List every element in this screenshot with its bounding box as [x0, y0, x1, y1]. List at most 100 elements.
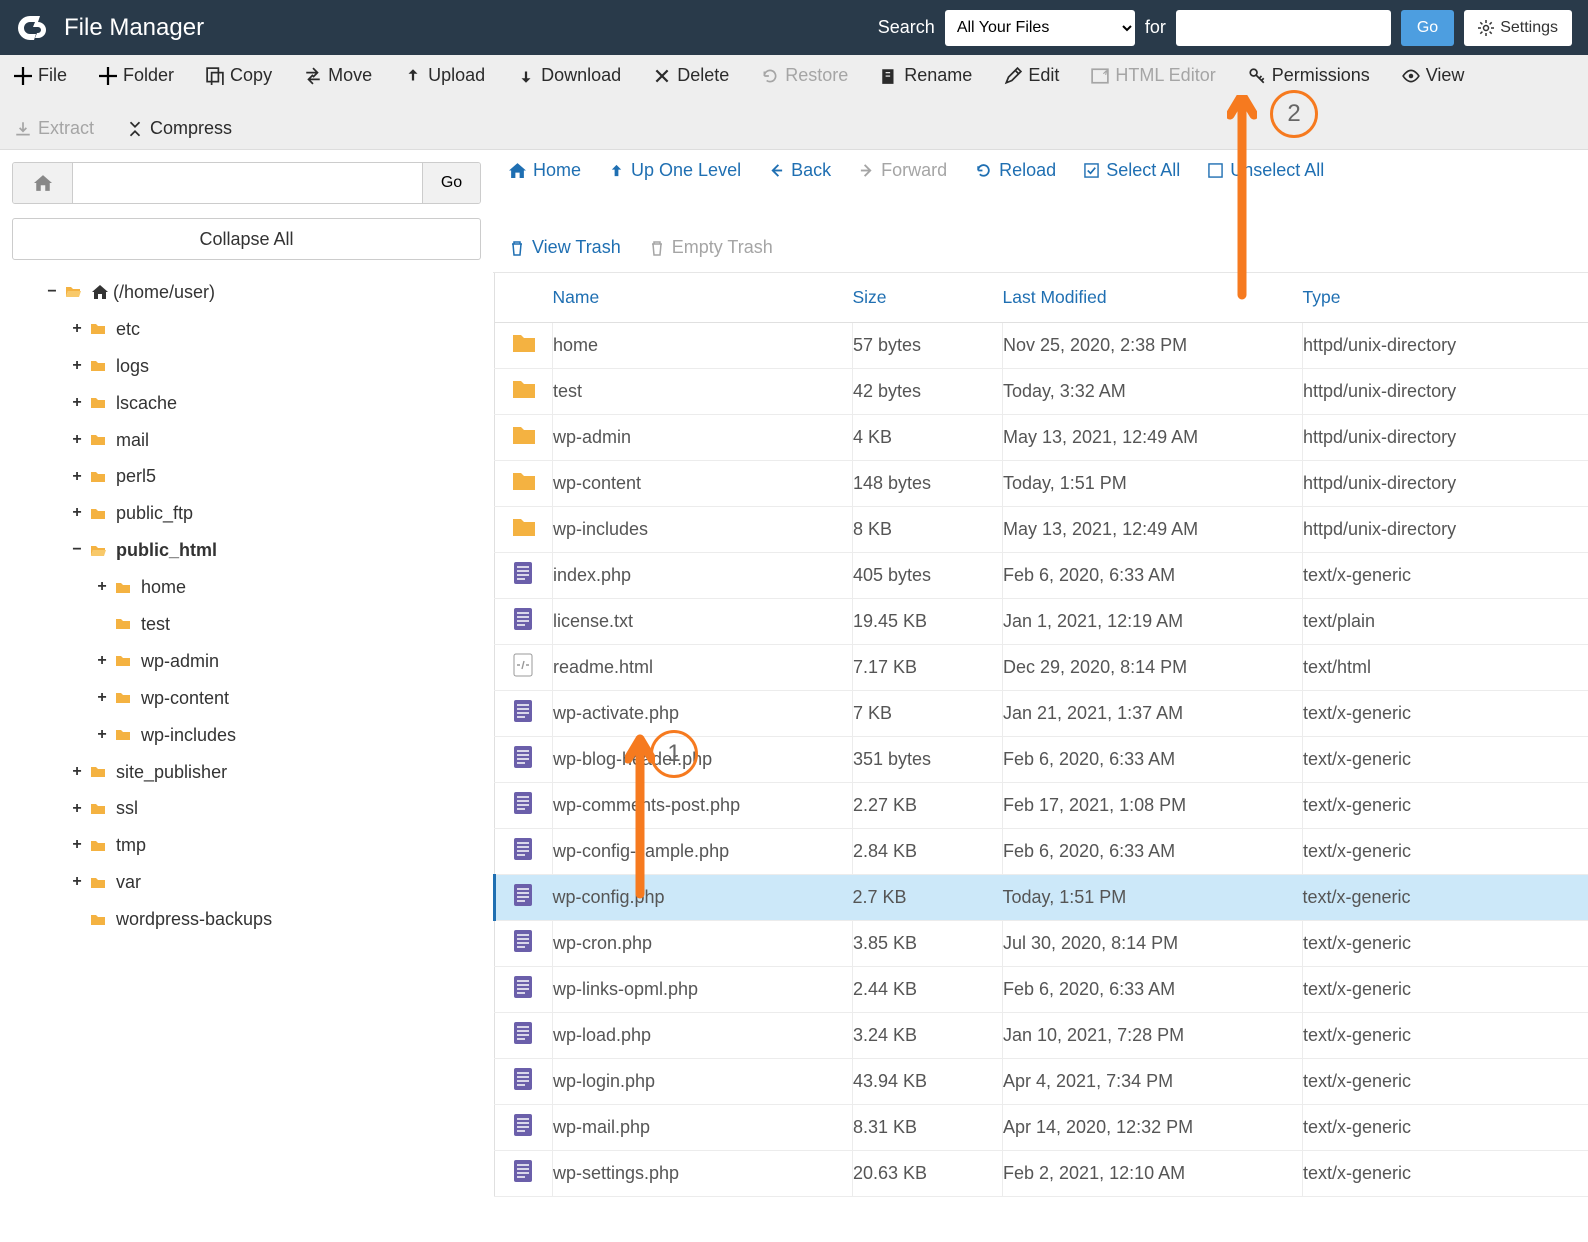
tree-label[interactable]: var: [116, 864, 141, 901]
cell-name[interactable]: wp-activate.php: [553, 691, 853, 737]
tree-node[interactable]: +mail: [12, 422, 481, 459]
table-row[interactable]: wp-comments-post.php2.27 KBFeb 17, 2021,…: [495, 783, 1588, 829]
new-folder-button[interactable]: Folder: [99, 65, 174, 86]
tree-toggle[interactable]: −: [70, 534, 84, 567]
tree-root[interactable]: − (/home/user): [12, 274, 481, 311]
copy-button[interactable]: Copy: [206, 65, 272, 86]
table-row[interactable]: wp-includes8 KBMay 13, 2021, 12:49 AMhtt…: [495, 507, 1588, 553]
tree-label[interactable]: site_publisher: [116, 754, 227, 791]
table-row[interactable]: wp-content148 bytesToday, 1:51 PMhttpd/u…: [495, 461, 1588, 507]
nav-home-button[interactable]: Home: [509, 160, 581, 181]
edit-button[interactable]: Edit: [1004, 65, 1059, 86]
table-row[interactable]: wp-config-sample.php2.84 KBFeb 6, 2020, …: [495, 829, 1588, 875]
tree-label[interactable]: logs: [116, 348, 149, 385]
tree-node[interactable]: +etc: [12, 311, 481, 348]
nav-up-button[interactable]: Up One Level: [609, 160, 741, 181]
tree-toggle[interactable]: +: [95, 645, 109, 678]
table-row[interactable]: wp-config.php2.7 KBToday, 1:51 PMtext/x-…: [495, 875, 1588, 921]
tree-node[interactable]: +var: [12, 864, 481, 901]
cell-name[interactable]: wp-config-sample.php: [553, 829, 853, 875]
tree-node[interactable]: + site_publisher: [12, 754, 481, 791]
move-button[interactable]: Move: [304, 65, 372, 86]
table-row[interactable]: wp-admin4 KBMay 13, 2021, 12:49 AMhttpd/…: [495, 415, 1588, 461]
tree-label[interactable]: mail: [116, 422, 149, 459]
col-size[interactable]: Size: [853, 273, 1003, 323]
table-row[interactable]: test42 bytesToday, 3:32 AMhttpd/unix-dir…: [495, 369, 1588, 415]
table-row[interactable]: wp-settings.php20.63 KBFeb 2, 2021, 12:1…: [495, 1151, 1588, 1197]
tree-node[interactable]: + wp-admin: [12, 643, 481, 680]
tree-node[interactable]: +wp-content: [12, 680, 481, 717]
select-all-button[interactable]: Select All: [1084, 160, 1180, 181]
cell-name[interactable]: wp-load.php: [553, 1013, 853, 1059]
search-scope-select[interactable]: All Your Files: [945, 10, 1135, 46]
delete-button[interactable]: Delete: [653, 65, 729, 86]
collapse-all-button[interactable]: Collapse All: [12, 218, 481, 260]
rename-button[interactable]: Rename: [880, 65, 972, 86]
tree-node[interactable]: +ssl: [12, 790, 481, 827]
tree-label[interactable]: home: [141, 569, 186, 606]
unselect-all-button[interactable]: Unselect All: [1208, 160, 1324, 181]
col-type[interactable]: Type: [1303, 273, 1588, 323]
tree-label[interactable]: public_ftp: [116, 495, 193, 532]
cell-name[interactable]: wp-links-opml.php: [553, 967, 853, 1013]
path-input[interactable]: [73, 163, 422, 203]
cell-name[interactable]: wp-settings.php: [553, 1151, 853, 1197]
cell-name[interactable]: wp-admin: [553, 415, 853, 461]
table-row[interactable]: wp-load.php3.24 KBJan 10, 2021, 7:28 PMt…: [495, 1013, 1588, 1059]
tree-toggle[interactable]: +: [70, 350, 84, 383]
col-modified[interactable]: Last Modified: [1003, 273, 1303, 323]
tree-node[interactable]: + public_ftp: [12, 495, 481, 532]
tree-label[interactable]: tmp: [116, 827, 146, 864]
tree-toggle[interactable]: +: [70, 756, 84, 789]
tree-node[interactable]: + logs: [12, 348, 481, 385]
tree-label[interactable]: ssl: [116, 790, 138, 827]
nav-reload-button[interactable]: Reload: [975, 160, 1056, 181]
tree-label[interactable]: wp-includes: [141, 717, 236, 754]
table-row[interactable]: license.txt19.45 KBJan 1, 2021, 12:19 AM…: [495, 599, 1588, 645]
tree-toggle[interactable]: +: [70, 313, 84, 346]
col-icon[interactable]: [495, 273, 553, 323]
cell-name[interactable]: index.php: [553, 553, 853, 599]
search-go-button[interactable]: Go: [1401, 10, 1454, 46]
table-row[interactable]: wp-login.php43.94 KBApr 4, 2021, 7:34 PM…: [495, 1059, 1588, 1105]
cell-name[interactable]: readme.html: [553, 645, 853, 691]
tree-node[interactable]: +lscache: [12, 385, 481, 422]
cell-name[interactable]: wp-comments-post.php: [553, 783, 853, 829]
table-row[interactable]: wp-blog-header.php351 bytesFeb 6, 2020, …: [495, 737, 1588, 783]
table-row[interactable]: wp-mail.php8.31 KBApr 14, 2020, 12:32 PM…: [495, 1105, 1588, 1151]
download-button[interactable]: Download: [517, 65, 621, 86]
cell-name[interactable]: home: [553, 323, 853, 369]
tree-label[interactable]: wordpress-backups: [116, 901, 272, 938]
tree-toggle[interactable]: +: [70, 829, 84, 862]
tree-root-label[interactable]: (/home/user): [113, 274, 215, 311]
table-row[interactable]: wp-activate.php7 KBJan 21, 2021, 1:37 AM…: [495, 691, 1588, 737]
tree-node[interactable]: +wp-includes: [12, 717, 481, 754]
tree-toggle[interactable]: +: [70, 461, 84, 494]
cell-name[interactable]: wp-cron.php: [553, 921, 853, 967]
search-input[interactable]: [1176, 10, 1391, 46]
table-row[interactable]: home57 bytesNov 25, 2020, 2:38 PMhttpd/u…: [495, 323, 1588, 369]
cell-name[interactable]: wp-content: [553, 461, 853, 507]
tree-label[interactable]: test: [141, 606, 170, 643]
tree-node[interactable]: + home: [12, 569, 481, 606]
view-trash-button[interactable]: View Trash: [509, 237, 621, 258]
cell-name[interactable]: wp-includes: [553, 507, 853, 553]
tree-node[interactable]: + tmp: [12, 827, 481, 864]
path-go-button[interactable]: Go: [422, 163, 480, 203]
tree-node[interactable]: +perl5: [12, 458, 481, 495]
tree-node[interactable]: +wordpress-backups: [12, 901, 481, 938]
table-row[interactable]: readme.html7.17 KBDec 29, 2020, 8:14 PMt…: [495, 645, 1588, 691]
cell-name[interactable]: wp-login.php: [553, 1059, 853, 1105]
cell-name[interactable]: test: [553, 369, 853, 415]
table-row[interactable]: wp-cron.php3.85 KBJul 30, 2020, 8:14 PMt…: [495, 921, 1588, 967]
tree-label[interactable]: wp-admin: [141, 643, 219, 680]
tree-label[interactable]: public_html: [116, 532, 217, 569]
tree-toggle[interactable]: +: [95, 682, 109, 715]
cell-name[interactable]: license.txt: [553, 599, 853, 645]
tree-toggle[interactable]: −: [45, 276, 59, 309]
tree-toggle[interactable]: +: [95, 571, 109, 604]
cell-name[interactable]: wp-mail.php: [553, 1105, 853, 1151]
tree-toggle[interactable]: +: [70, 497, 84, 530]
settings-button[interactable]: Settings: [1464, 10, 1572, 46]
permissions-button[interactable]: Permissions: [1248, 65, 1370, 86]
